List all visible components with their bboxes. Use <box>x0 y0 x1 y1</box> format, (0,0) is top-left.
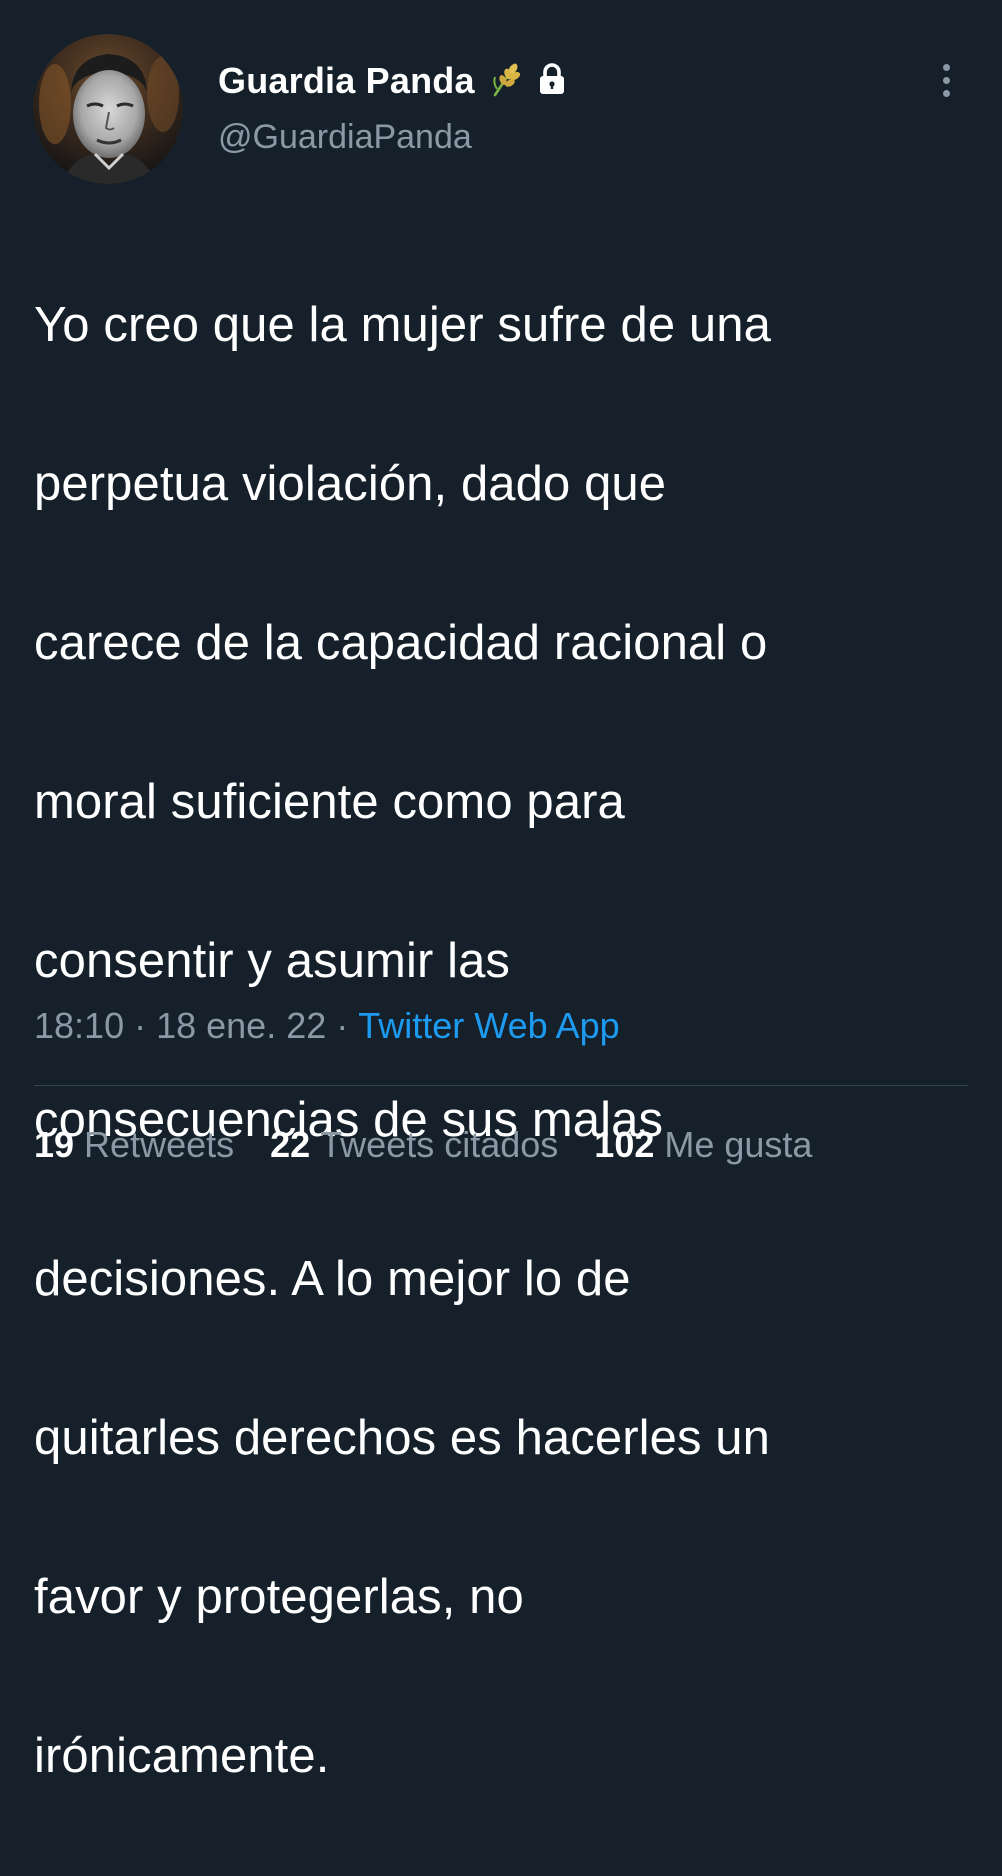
tweet-text-line: moral suficiente como para <box>34 774 625 829</box>
likes-count: 102 <box>594 1124 655 1165</box>
lock-icon <box>537 62 567 101</box>
tweet-text-line: carece de la capacidad racional o <box>34 615 768 670</box>
wheat-emoji-icon <box>489 61 523 102</box>
avatar[interactable] <box>33 34 183 184</box>
tweet-source-link[interactable]: Twitter Web App <box>358 1005 619 1047</box>
tweet-stats: 19 Retweets 22 Tweets citados 102 Me gus… <box>34 1124 848 1166</box>
quote-tweets-count: 22 <box>270 1124 311 1165</box>
tweet-text-line: favor y protegerlas, no <box>34 1569 524 1624</box>
more-options-button[interactable] <box>926 58 966 102</box>
author-display-name[interactable]: Guardia Panda <box>218 60 475 102</box>
retweets-label: Retweets <box>84 1124 235 1165</box>
tweet-text-line: consentir y asumir las <box>34 933 511 988</box>
likes-stat[interactable]: 102 Me gusta <box>594 1124 812 1166</box>
tweet-card: Guardia Panda @GuardiaPanda Yo creo que … <box>0 0 1002 1783</box>
tweet-meta: 18:10 · 18 ene. 22 · Twitter Web App <box>34 1005 620 1047</box>
dot-icon <box>942 89 950 97</box>
author-handle[interactable]: @GuardiaPanda <box>218 118 472 157</box>
tweet-text-line: Yo creo que la mujer sufre de una <box>34 297 771 352</box>
divider <box>34 1085 968 1086</box>
tweet-text-line: decisiones. A lo mejor lo de <box>34 1251 631 1306</box>
likes-label: Me gusta <box>664 1124 813 1165</box>
retweets-count: 19 <box>34 1124 75 1165</box>
tweet-time[interactable]: 18:10 <box>34 1005 124 1047</box>
tweet-text-line: quitarles derechos es hacerles un <box>34 1410 771 1465</box>
tweet-text-line: perpetua violación, dado que <box>34 456 667 511</box>
author-name-row: Guardia Panda <box>218 58 567 104</box>
meta-separator: · <box>336 1005 349 1046</box>
tweet-date[interactable]: 18 ene. 22 <box>156 1005 326 1047</box>
tweet-text-line: irónicamente. <box>34 1728 330 1783</box>
quote-tweets-stat[interactable]: 22 Tweets citados <box>270 1124 558 1166</box>
retweets-stat[interactable]: 19 Retweets <box>34 1124 234 1166</box>
dot-icon <box>942 76 950 84</box>
avatar-portrait-image <box>33 34 183 184</box>
meta-separator: · <box>134 1005 147 1046</box>
quote-tweets-label: Tweets citados <box>320 1124 559 1165</box>
dot-icon <box>942 63 950 71</box>
